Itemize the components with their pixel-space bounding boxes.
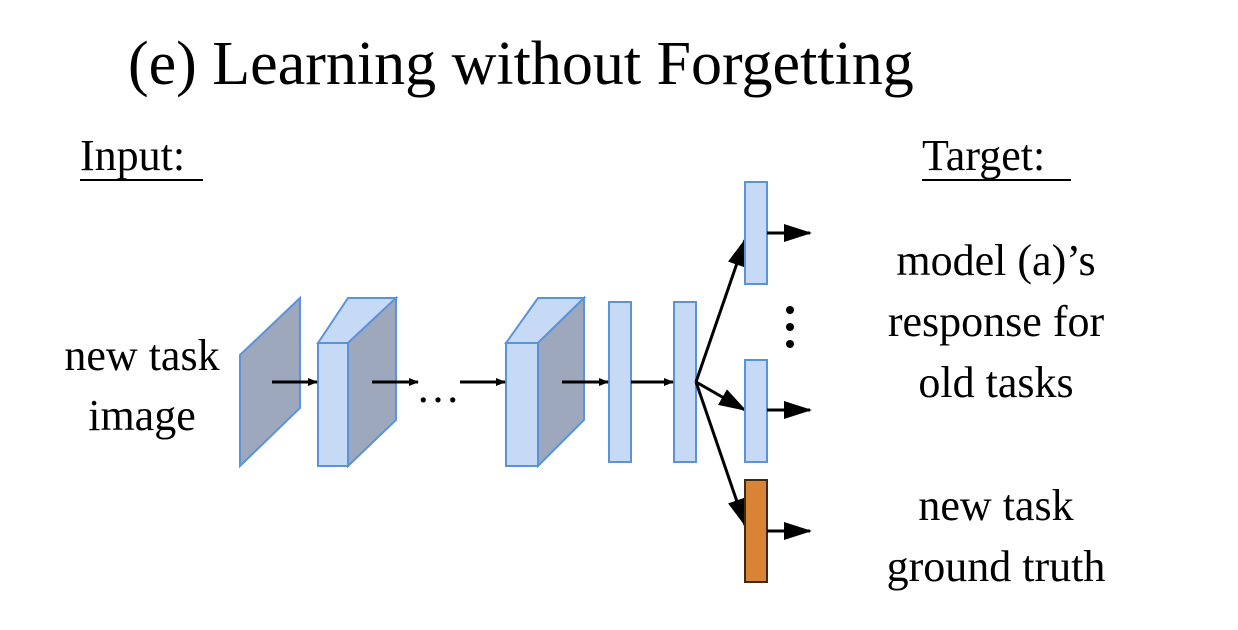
old-task-head-1 [744, 181, 768, 285]
output-arrows [767, 224, 812, 540]
branch-arrows [694, 238, 747, 527]
input-label-line-2: image [88, 391, 196, 440]
target-header: Target: [922, 131, 1045, 180]
layers-ellipsis: … [416, 363, 460, 412]
old-tasks-target-line-1: model (a)’s [896, 236, 1095, 285]
old-tasks-target-line-3: old tasks [918, 358, 1073, 407]
fc-layer-2 [673, 301, 697, 463]
old-task-head-2 [744, 359, 768, 463]
input-label-line-1: new task [64, 331, 219, 380]
fc-layer-1 [608, 301, 632, 463]
new-task-target-line-2: ground truth [887, 542, 1106, 591]
input-header: Input: [80, 131, 185, 180]
lwf-diagram: (e) Learning without Forgetting Input: T… [64, 30, 1106, 591]
heads-vertical-dots [786, 306, 794, 348]
diagram-title: (e) Learning without Forgetting [128, 30, 914, 98]
new-task-head [744, 479, 768, 583]
old-tasks-target-line-2: response for [888, 297, 1105, 346]
new-task-target-line-1: new task [918, 481, 1073, 530]
